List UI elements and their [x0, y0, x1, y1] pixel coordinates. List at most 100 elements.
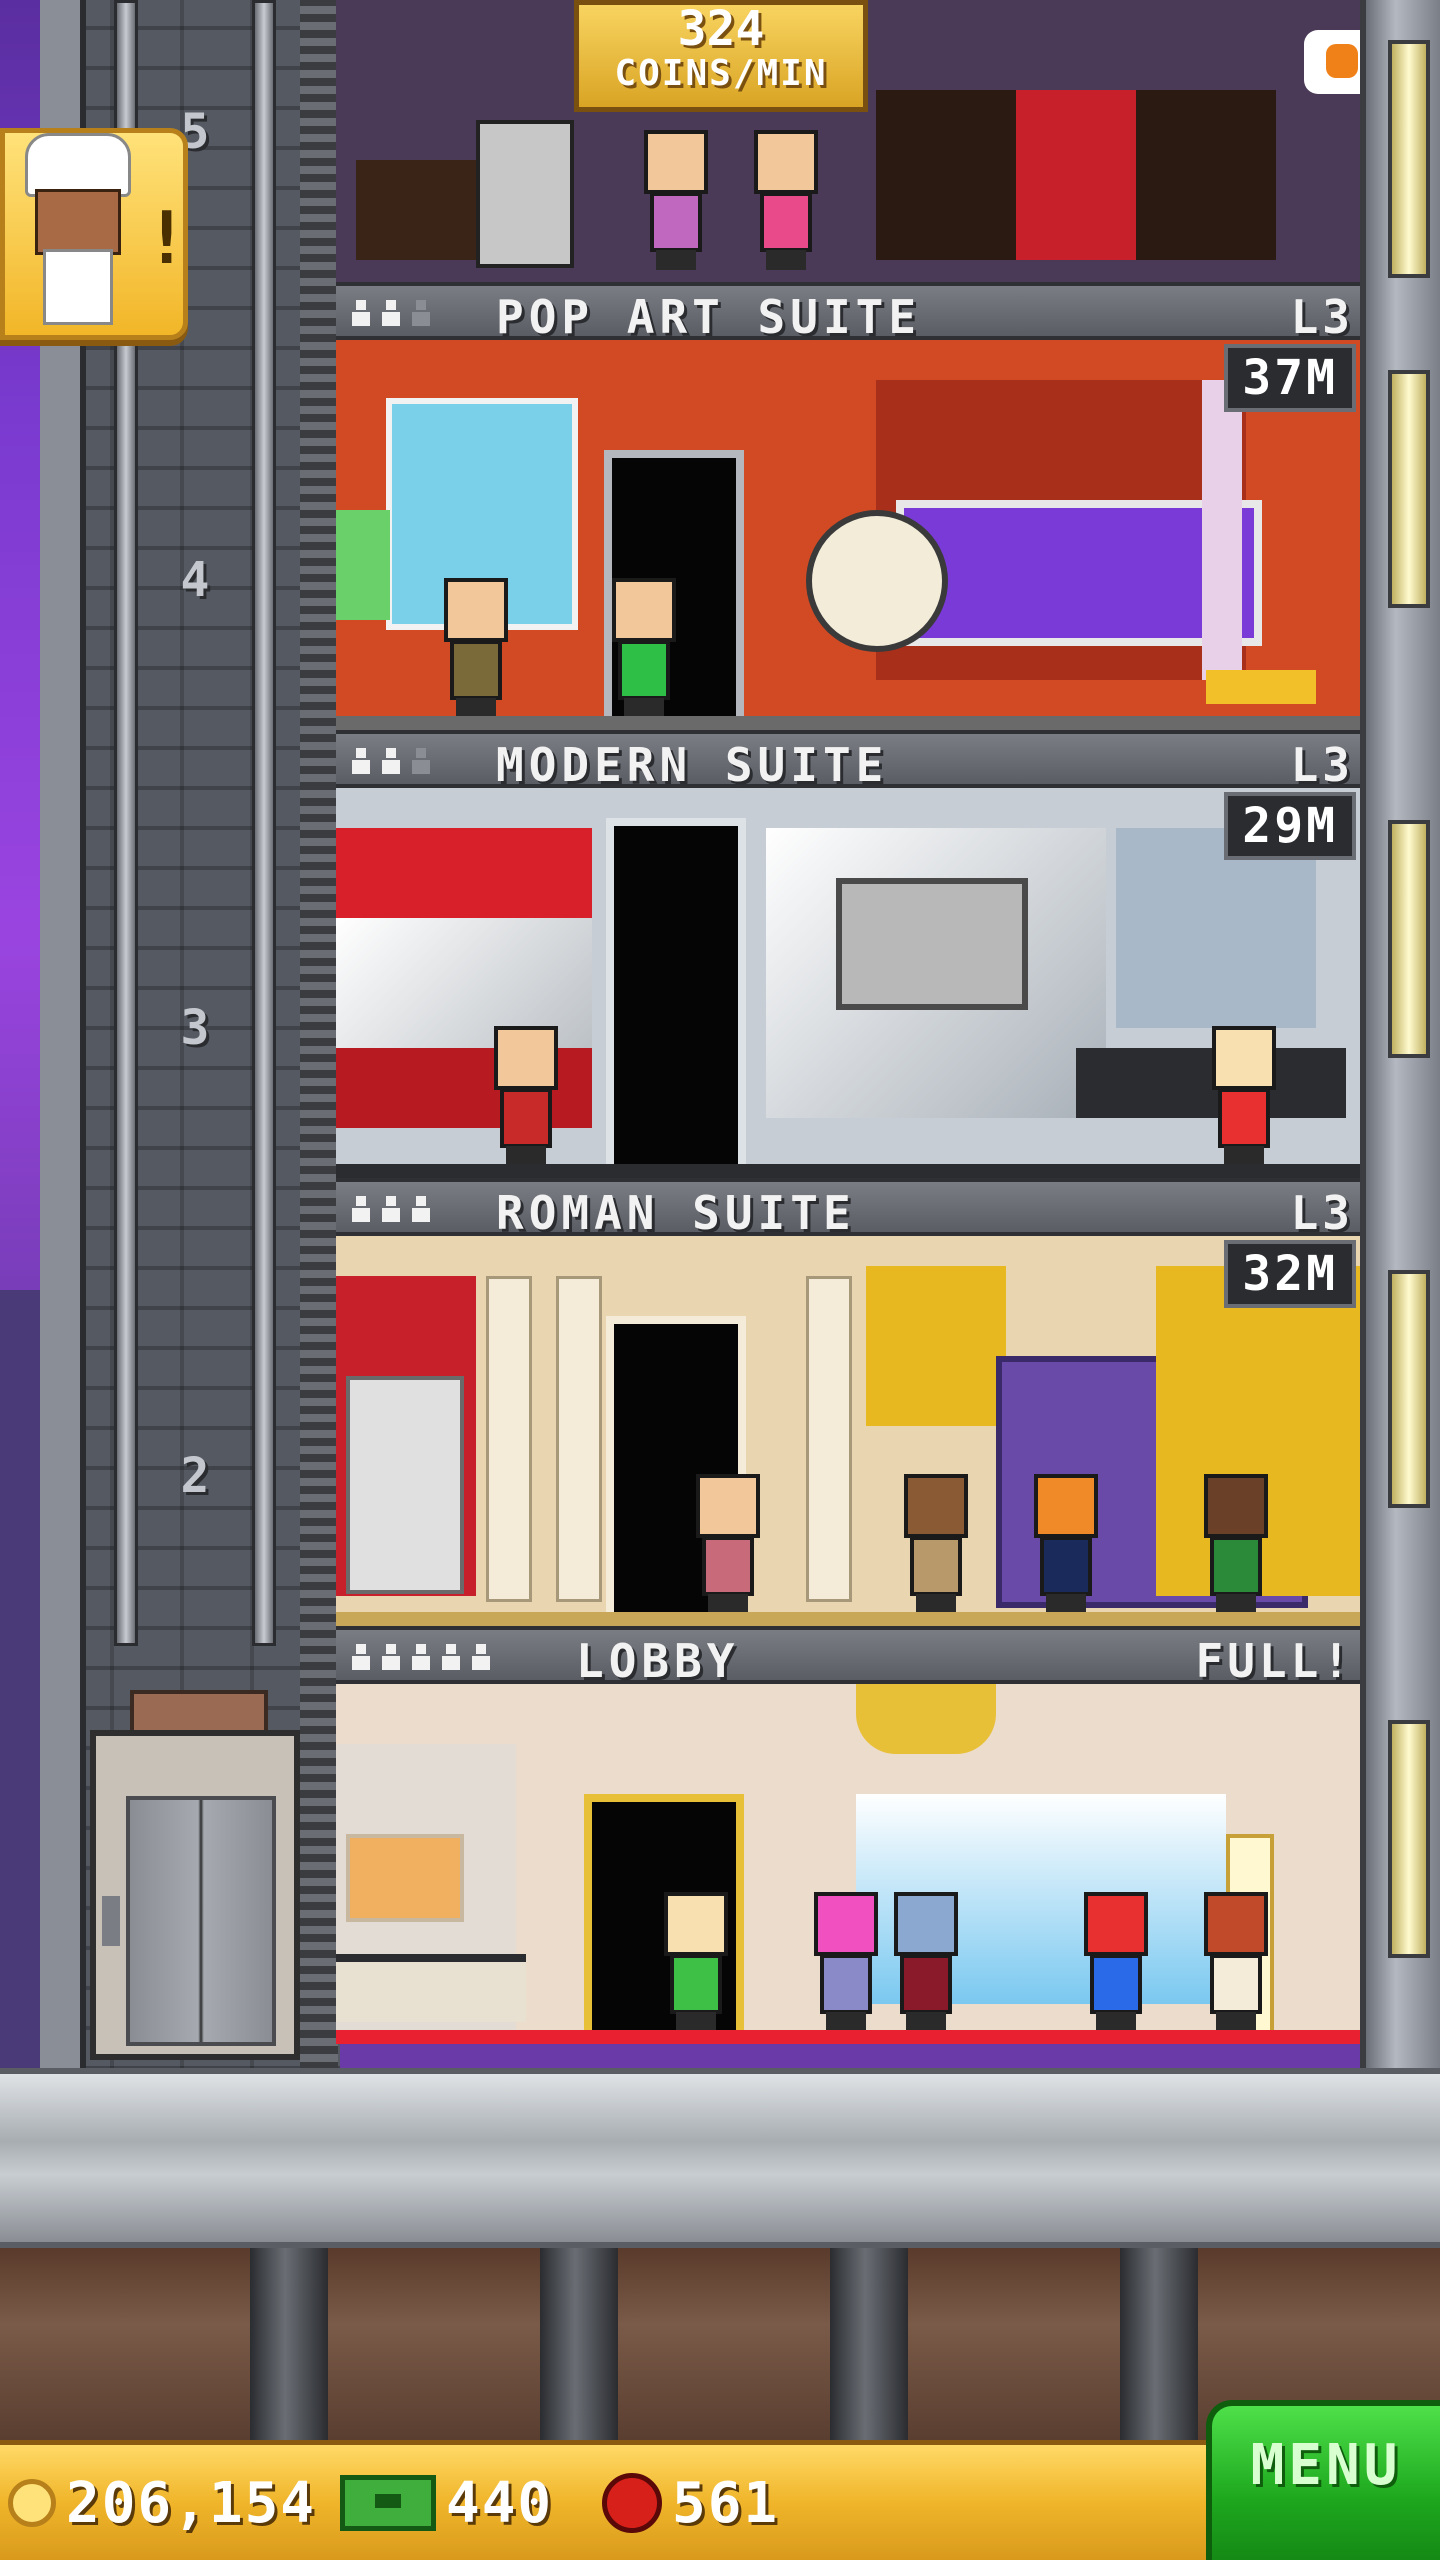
arcade-machine	[1136, 90, 1276, 260]
exterior-window	[1388, 40, 1430, 278]
decor-panel	[1202, 380, 1242, 680]
person-icon	[410, 300, 432, 326]
floor-strip	[336, 716, 1360, 730]
visitor-character	[656, 1892, 736, 2032]
resident-character	[1204, 1026, 1284, 1166]
elevator-floor-number: 3	[180, 1000, 210, 1056]
elevator-rail-right	[252, 0, 276, 1646]
room-interior[interactable]	[336, 1684, 1360, 2044]
exterior-window	[1388, 370, 1430, 608]
chef-hat-icon	[25, 133, 131, 197]
pop-art-painting	[336, 510, 390, 620]
gem-count: 561	[672, 2470, 780, 2536]
floor-label-bar: MODERN SUITE L3	[336, 730, 1360, 792]
coin-stack	[1206, 670, 1316, 704]
resident-character	[688, 1474, 768, 1614]
elevator-floor-number: 4	[180, 552, 210, 608]
shaft-wall-right	[300, 0, 338, 2070]
foundation-pillar	[540, 2248, 618, 2440]
income-value: 324	[677, 1, 765, 57]
chef-body-icon	[43, 249, 113, 325]
coin-count: 206,154	[66, 2470, 317, 2536]
floor-name: MODERN SUITE	[496, 738, 889, 792]
floor-lobby[interactable]: LOBBY FULL!	[336, 1626, 1360, 2070]
tv-screen	[836, 878, 1028, 1010]
restock-timer: 37M	[1224, 344, 1356, 412]
resident-character	[604, 578, 684, 718]
red-wall-stripe	[336, 828, 592, 918]
visitor-character	[806, 1892, 886, 2032]
floor-label-bar: LOBBY FULL!	[336, 1626, 1360, 1688]
elevator-floor-number: 2	[180, 1448, 210, 1504]
elevator-car[interactable]	[90, 1730, 300, 2060]
sunset-painting	[346, 1834, 464, 1922]
occupancy-indicator	[350, 300, 432, 326]
bux-balance[interactable]: 440	[340, 2463, 553, 2543]
chandelier	[856, 1684, 996, 1754]
alert-icon: !	[145, 196, 189, 280]
restock-timer: 32M	[1224, 1240, 1356, 1308]
elevator-door	[126, 1796, 276, 2046]
foundation-pillar	[1120, 2248, 1198, 2440]
floor-level: L3	[1290, 1186, 1354, 1240]
floor-modern-suite[interactable]: MODERN SUITE L3 29M	[336, 730, 1360, 1178]
elevator-motor	[130, 1690, 268, 1734]
table-decor	[356, 160, 476, 260]
floor-name: POP ART SUITE	[496, 290, 922, 344]
person-icon	[380, 1644, 402, 1670]
column	[806, 1276, 852, 1602]
person-icon	[350, 1196, 372, 1222]
zombie-character	[476, 120, 574, 268]
floor-roman-suite[interactable]: ROMAN SUITE L3 32M	[336, 1178, 1360, 1626]
person-icon	[380, 1196, 402, 1222]
room-interior[interactable]: 32M	[336, 1236, 1360, 1626]
floor-level: L3	[1290, 290, 1354, 344]
floor-strip	[336, 1164, 1360, 1178]
resident-character	[896, 1474, 976, 1614]
gem-icon	[602, 2473, 662, 2533]
floor-pop-art-suite[interactable]: POP ART SUITE L3 37M	[336, 282, 1360, 730]
person-icon	[410, 1196, 432, 1222]
person-icon	[410, 748, 432, 774]
occupancy-indicator	[350, 1644, 492, 1670]
income-unit: COINS/MIN	[614, 53, 828, 94]
arcade-machine	[876, 90, 1016, 260]
person-icon	[440, 1644, 462, 1670]
coin-balance[interactable]: 206,154	[8, 2463, 316, 2543]
income-sign: 324 COINS/MIN	[574, 0, 868, 112]
chef-face-icon	[35, 189, 121, 255]
menu-button[interactable]: MENU	[1206, 2400, 1440, 2560]
person-icon	[410, 1644, 432, 1670]
doorman-character	[1196, 1892, 1276, 2032]
bux-count: 440	[446, 2470, 554, 2536]
gem-balance[interactable]: 561	[602, 2463, 779, 2543]
foundation-pillar	[830, 2248, 908, 2440]
person-icon	[350, 748, 372, 774]
person-icon	[470, 1644, 492, 1670]
occupancy-indicator	[350, 748, 432, 774]
floor-label-bar: ROMAN SUITE L3	[336, 1178, 1360, 1240]
floor-label-bar: POP ART SUITE L3	[336, 282, 1360, 344]
bellhop-character	[1016, 90, 1136, 260]
ground-level	[0, 2068, 1440, 2248]
visitor-character	[746, 130, 826, 270]
restock-timer: 29M	[1224, 792, 1356, 860]
floor-strip	[336, 1612, 1360, 1626]
column	[556, 1276, 602, 1602]
visitor-character	[1076, 1892, 1156, 2032]
room-doorway	[606, 818, 746, 1178]
chef-notification[interactable]: !	[0, 128, 188, 340]
visitor-character	[636, 130, 716, 270]
column	[486, 1276, 532, 1602]
person-icon	[380, 300, 402, 326]
exterior-window	[1388, 1720, 1430, 1958]
room-interior[interactable]: 37M	[336, 340, 1360, 730]
room-interior[interactable]: 29M	[336, 788, 1360, 1178]
resident-character	[486, 1026, 566, 1166]
floor-status: FULL!	[1195, 1634, 1354, 1688]
gold-curtain	[866, 1266, 1006, 1426]
resident-character	[1026, 1474, 1106, 1614]
reception-desk	[336, 1954, 526, 2022]
red-carpet	[336, 2030, 1360, 2044]
exterior-window	[1388, 1270, 1430, 1508]
